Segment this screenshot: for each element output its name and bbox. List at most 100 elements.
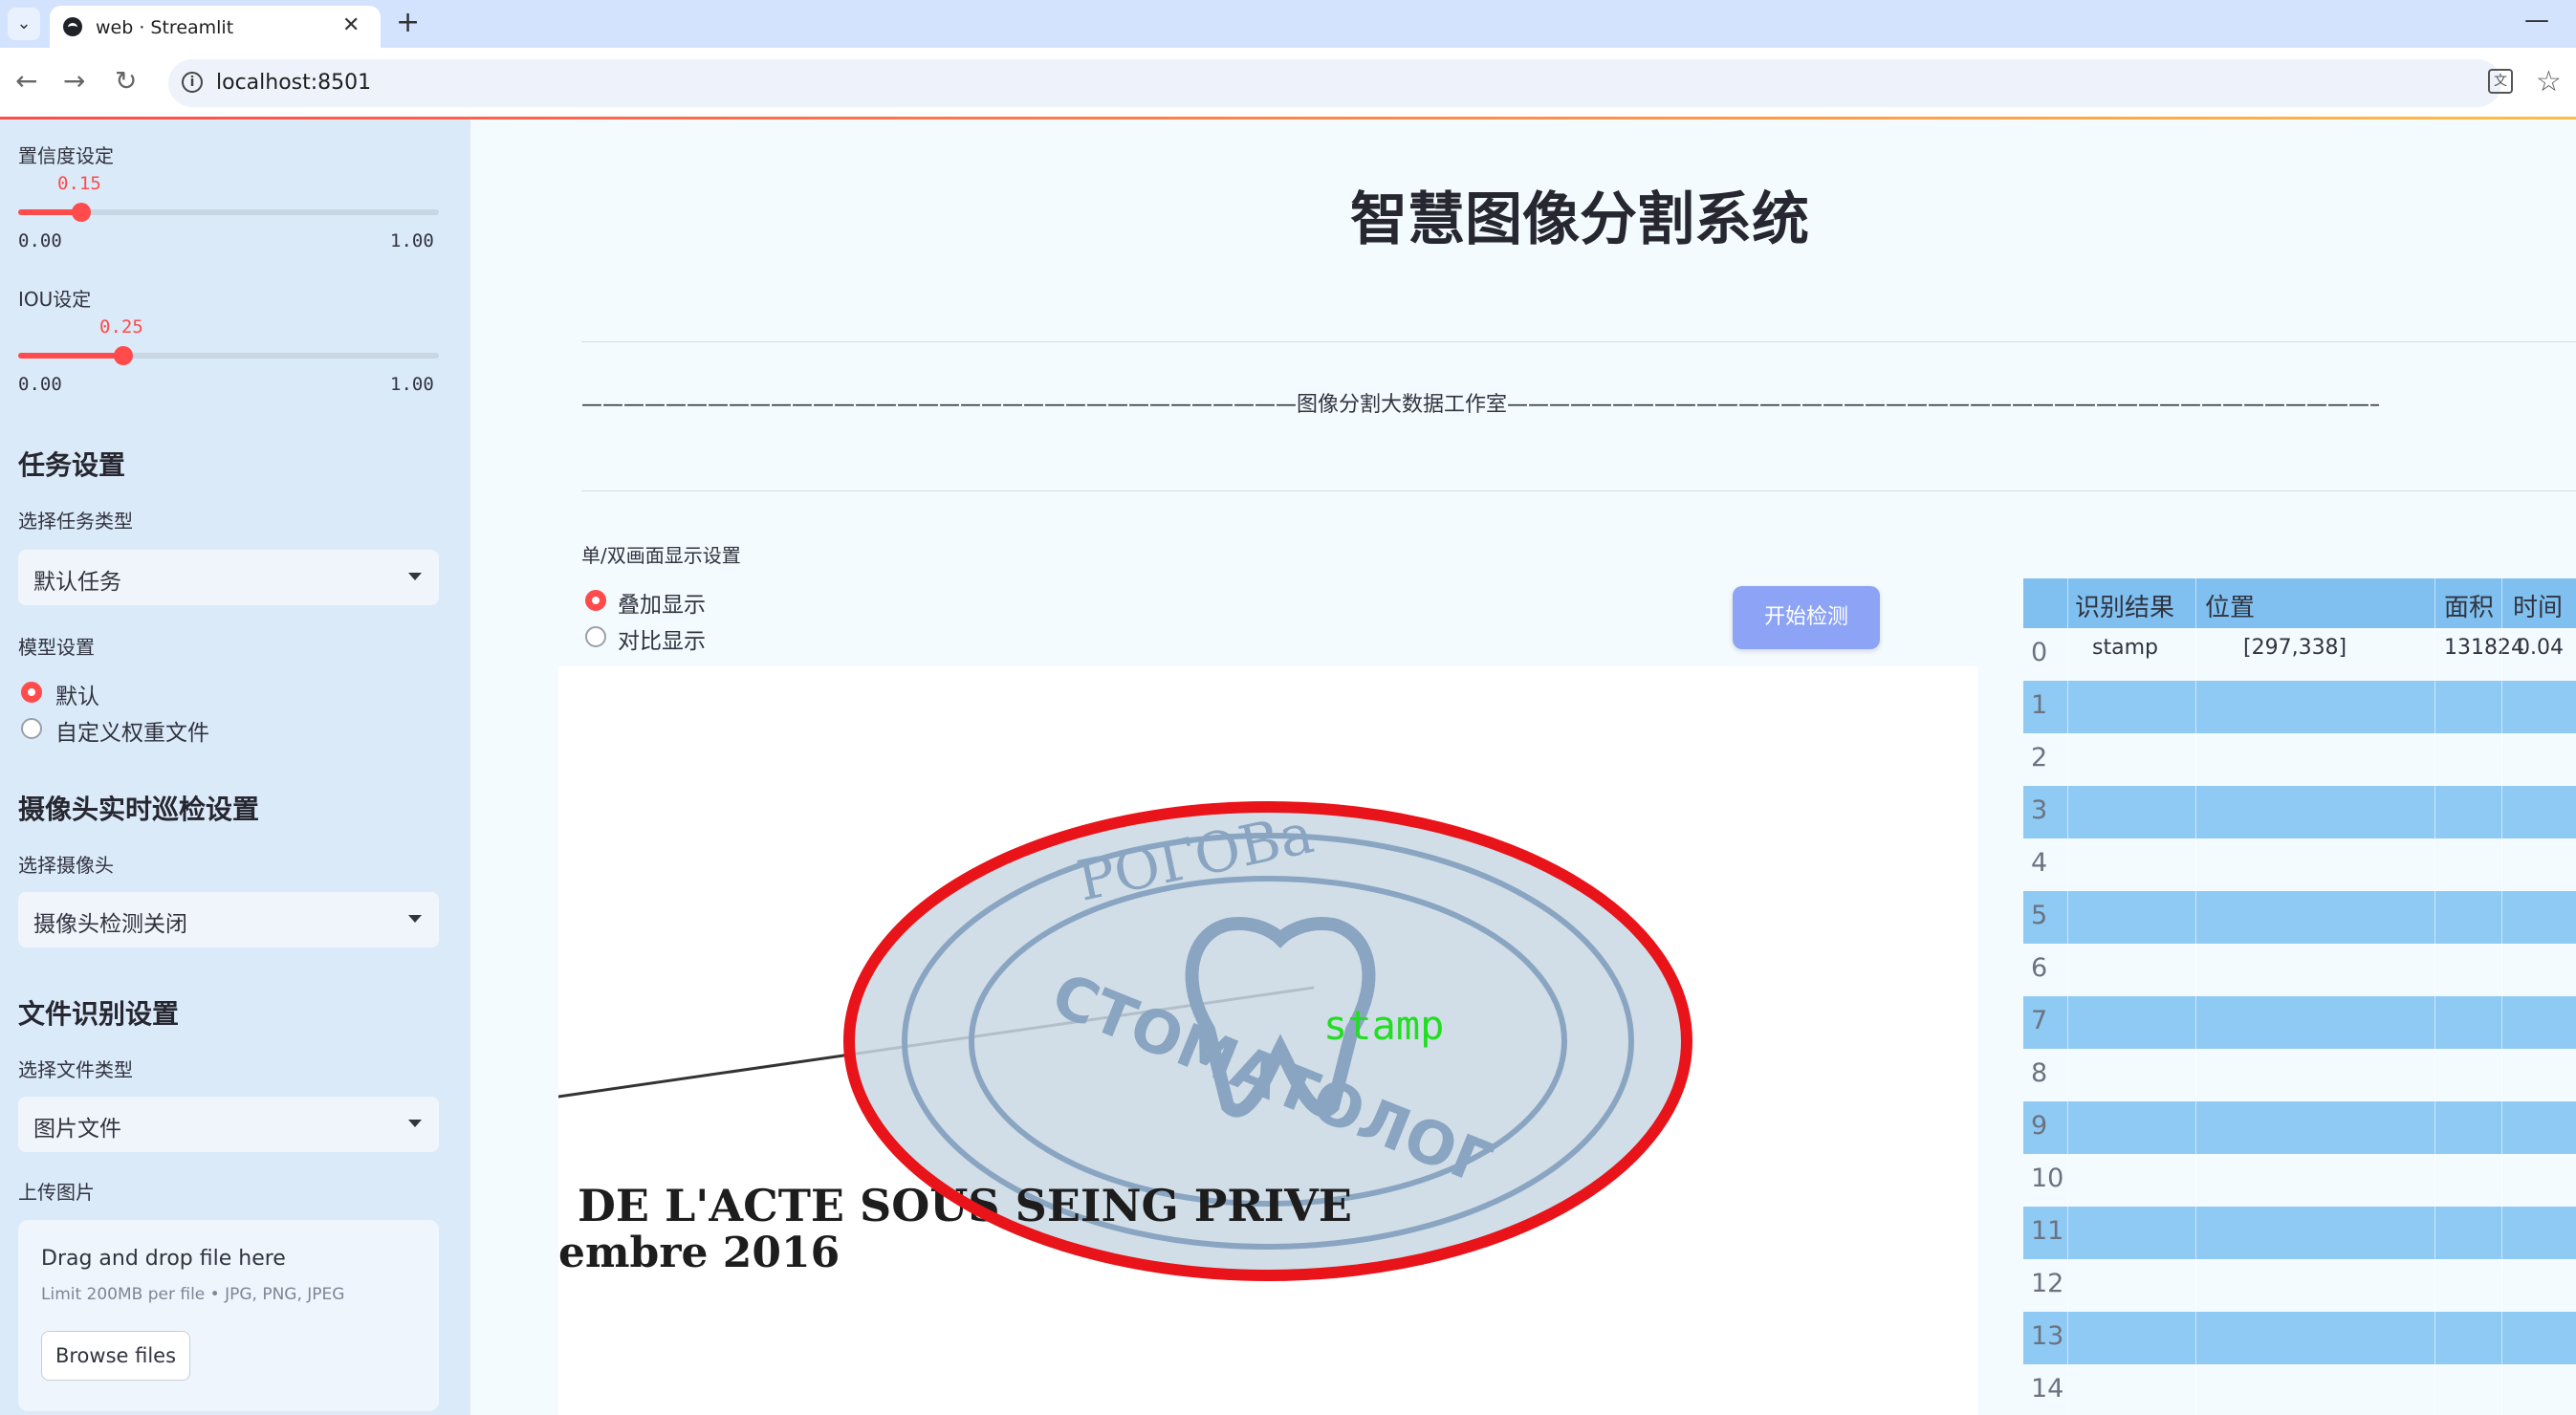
reload-icon[interactable]: ↻ bbox=[115, 65, 137, 97]
row-index: 11 bbox=[2031, 1216, 2064, 1246]
table-row[interactable]: 4 bbox=[2023, 838, 2576, 891]
tab-title: web · Streamlit bbox=[96, 17, 234, 38]
tab-close-icon[interactable]: ✕ bbox=[342, 13, 360, 37]
table-row[interactable]: 9 bbox=[2023, 1101, 2576, 1154]
tab-search-chevron-icon[interactable]: ⌄ bbox=[8, 8, 40, 40]
app-root: ⌄ web · Streamlit ✕ + — ← → ↻ i localhos… bbox=[0, 0, 2576, 1415]
model-radio-default[interactable] bbox=[21, 682, 42, 703]
iou-min: 0.00 bbox=[18, 374, 62, 395]
row-index: 5 bbox=[2031, 901, 2048, 930]
table-row[interactable]: 8 bbox=[2023, 1049, 2576, 1101]
dropzone-limit: Limit 200MB per file • JPG, PNG, JPEG bbox=[41, 1285, 345, 1304]
table-row[interactable]: 0 stamp [297,338] 131824 0.04 bbox=[2023, 628, 2576, 681]
url-omnibox[interactable]: i localhost:8501 bbox=[168, 59, 2501, 107]
file-settings-header: 文件识别设置 bbox=[18, 998, 180, 1030]
display-radio-overlay[interactable] bbox=[585, 590, 606, 611]
confidence-value: 0.15 bbox=[57, 173, 101, 194]
main-content: 智慧图像分割系统 ———————————————————————————————… bbox=[470, 120, 2576, 1415]
display-radio-compare[interactable] bbox=[585, 626, 606, 647]
row-index: 8 bbox=[2031, 1058, 2048, 1088]
confidence-min: 0.00 bbox=[18, 230, 62, 251]
detection-class-label: stamp bbox=[1323, 1002, 1444, 1049]
cell-result: stamp bbox=[2092, 636, 2158, 660]
task-type-value: 默认任务 bbox=[33, 570, 121, 595]
row-index: 9 bbox=[2031, 1111, 2048, 1141]
table-row[interactable]: 6 bbox=[2023, 944, 2576, 996]
row-index: 10 bbox=[2031, 1164, 2064, 1193]
table-row[interactable]: 1 bbox=[2023, 681, 2576, 733]
file-dropzone[interactable]: Drag and drop file here Limit 200MB per … bbox=[18, 1220, 439, 1411]
iou-slider-fill bbox=[18, 353, 123, 359]
table-row[interactable]: 14 bbox=[2023, 1364, 2576, 1415]
row-index: 2 bbox=[2031, 743, 2048, 773]
file-type-select[interactable]: 图片文件 bbox=[18, 1097, 439, 1152]
model-settings-label: 模型设置 bbox=[18, 636, 95, 659]
dropzone-title: Drag and drop file here bbox=[41, 1247, 286, 1271]
column-header-area[interactable]: 面积 bbox=[2444, 588, 2494, 623]
table-row[interactable]: 13 bbox=[2023, 1312, 2576, 1364]
chevron-down-icon bbox=[408, 915, 422, 923]
upload-label: 上传图片 bbox=[18, 1181, 95, 1204]
row-index: 14 bbox=[2031, 1374, 2064, 1404]
camera-settings-header: 摄像头实时巡检设置 bbox=[18, 794, 260, 825]
new-tab-icon[interactable]: + bbox=[396, 6, 420, 39]
row-index: 13 bbox=[2031, 1321, 2064, 1351]
chevron-down-icon bbox=[408, 1120, 422, 1127]
column-divider bbox=[2195, 578, 2196, 1415]
bookmark-star-icon[interactable]: ☆ bbox=[2536, 65, 2562, 98]
task-settings-header: 任务设置 bbox=[18, 449, 126, 481]
chevron-down-icon bbox=[408, 573, 422, 580]
file-type-value: 图片文件 bbox=[33, 1117, 121, 1142]
model-option-custom[interactable]: 自定义权重文件 bbox=[55, 714, 209, 747]
site-info-icon[interactable]: i bbox=[182, 72, 203, 93]
row-index: 3 bbox=[2031, 795, 2048, 825]
table-row[interactable]: 2 bbox=[2023, 733, 2576, 786]
url-text: localhost:8501 bbox=[216, 71, 372, 95]
iou-label: IOU设定 bbox=[18, 288, 92, 311]
browse-files-button[interactable]: Browse files bbox=[41, 1331, 190, 1381]
window-minimize-icon[interactable]: — bbox=[2524, 6, 2549, 34]
table-row[interactable]: 10 bbox=[2023, 1154, 2576, 1207]
camera-select[interactable]: 摄像头检测关闭 bbox=[18, 892, 439, 947]
iou-slider-thumb[interactable] bbox=[114, 346, 133, 365]
row-index: 7 bbox=[2031, 1006, 2048, 1035]
column-header-time[interactable]: 时间 bbox=[2513, 588, 2563, 623]
display-option-overlay[interactable]: 叠加显示 bbox=[618, 586, 706, 619]
confidence-label: 置信度设定 bbox=[18, 144, 114, 167]
row-index: 0 bbox=[2031, 638, 2048, 667]
iou-value: 0.25 bbox=[99, 316, 143, 337]
confidence-slider-thumb[interactable] bbox=[72, 203, 91, 222]
display-option-compare[interactable]: 对比显示 bbox=[618, 622, 706, 655]
document-text-line2: embre 2016 bbox=[558, 1229, 840, 1277]
model-radio-custom[interactable] bbox=[21, 718, 42, 739]
column-divider bbox=[2501, 578, 2502, 1415]
table-row[interactable]: 7 bbox=[2023, 996, 2576, 1049]
column-divider bbox=[2434, 578, 2435, 1415]
translate-icon[interactable]: 文 bbox=[2488, 69, 2513, 94]
cell-time: 0.04 bbox=[2517, 636, 2564, 660]
column-header-position[interactable]: 位置 bbox=[2205, 588, 2255, 623]
segmentation-result-image: POГOBa СТОМАТОЛОГ DE L'ACTE SOUS SEING P… bbox=[558, 800, 1692, 1281]
row-index: 1 bbox=[2031, 690, 2048, 720]
iou-slider[interactable] bbox=[18, 346, 439, 365]
page-title: 智慧图像分割系统 bbox=[1350, 186, 1809, 253]
confidence-slider[interactable] bbox=[18, 203, 439, 222]
browser-address-bar: ← → ↻ i localhost:8501 bbox=[0, 48, 2576, 119]
display-mode-label: 单/双画面显示设置 bbox=[581, 544, 741, 567]
detection-image-canvas: POГOBa СТОМАТОЛОГ DE L'ACTE SOUS SEING P… bbox=[558, 666, 1977, 1415]
table-row[interactable]: 3 bbox=[2023, 786, 2576, 838]
model-option-default[interactable]: 默认 bbox=[55, 678, 99, 710]
forward-arrow-icon[interactable]: → bbox=[63, 65, 85, 97]
task-type-select[interactable]: 默认任务 bbox=[18, 550, 439, 605]
table-row[interactable]: 11 bbox=[2023, 1207, 2576, 1259]
browser-tab[interactable]: web · Streamlit ✕ bbox=[50, 6, 381, 48]
column-divider bbox=[2067, 578, 2068, 1415]
column-header-result[interactable]: 识别结果 bbox=[2075, 588, 2174, 623]
table-row[interactable]: 5 bbox=[2023, 891, 2576, 944]
start-detection-button[interactable]: 开始检测 bbox=[1733, 586, 1880, 649]
back-arrow-icon[interactable]: ← bbox=[15, 65, 37, 97]
table-row[interactable]: 12 bbox=[2023, 1259, 2576, 1312]
results-table[interactable]: 识别结果 位置 面积 时间 0 stamp [297,338] 13 1 8 2 4 0.04 1… bbox=[2023, 578, 2576, 1415]
divider bbox=[581, 490, 2576, 491]
cell-position: [297,338] bbox=[2243, 636, 2347, 660]
